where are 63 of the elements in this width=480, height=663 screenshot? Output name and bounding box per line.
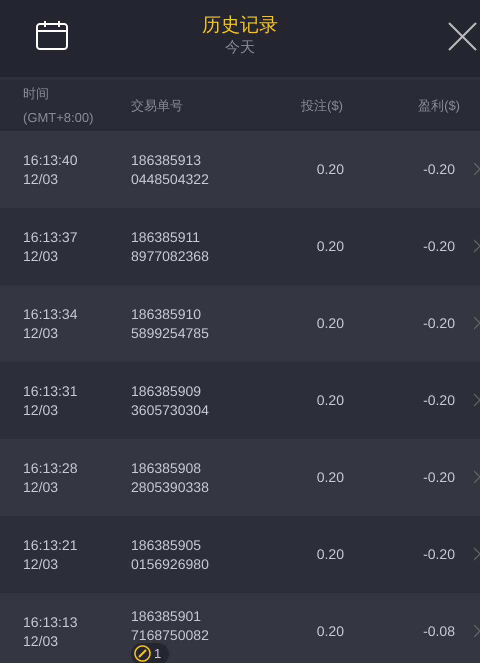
chevron-right-icon <box>474 393 480 407</box>
profit-amount: -0.20 <box>422 237 455 256</box>
column-header: 交易单号 <box>131 96 184 115</box>
order-number: 186385911 <box>131 228 202 246</box>
profit-amount: -0.20 <box>422 314 455 333</box>
profit-amount: -0.08 <box>422 622 455 641</box>
order-number: 186385910 <box>131 304 202 324</box>
order-number: 3605730304 <box>131 400 210 420</box>
chevron-right-icon <box>474 239 480 253</box>
profit-amount: -0.20 <box>422 545 455 564</box>
bet-amount: 0.20 <box>316 468 344 487</box>
order-number: 186385908 <box>131 458 202 478</box>
order-number: 186385905 <box>131 536 202 554</box>
bonus-badge: 1 <box>131 642 170 663</box>
bet-amount: 0.20 <box>316 314 344 333</box>
chevron-right-icon <box>474 547 480 561</box>
bet-amount: 0.20 <box>316 391 344 410</box>
order-number: 5899254785 <box>131 324 210 342</box>
chevron-right-icon <box>474 316 480 330</box>
date-text: 12/03 <box>23 170 60 188</box>
bet-amount: 0.20 <box>316 545 344 564</box>
history-row[interactable]: 16:13:28 12/03 186385908 2805390338 0.20 -0.20 <box>0 439 480 516</box>
order-number: 8977082368 <box>131 246 210 266</box>
history-row[interactable]: 16:13:40 12/03 186385913 0448504322 0.20 -0.20 <box>0 131 480 208</box>
profit-amount: -0.20 <box>422 160 455 179</box>
column-header: 投注($) <box>300 96 343 115</box>
column-header: 时间 <box>23 84 50 102</box>
time-text: 16:13:37 <box>23 228 78 246</box>
time-text: 16:13:28 <box>23 458 78 478</box>
profit-amount: -0.20 <box>422 391 455 410</box>
order-number: 0156926980 <box>131 554 210 574</box>
bet-amount: 0.20 <box>316 622 344 641</box>
timezone-label: (GMT+8:00) <box>23 108 94 127</box>
date-text: 12/03 <box>23 554 60 574</box>
order-number: 0448504322 <box>131 170 210 188</box>
chevron-right-icon <box>474 624 480 638</box>
order-number: 186385913 <box>131 150 202 170</box>
column-header: 盈利($) <box>417 96 460 115</box>
chevron-right-icon <box>474 470 480 484</box>
order-number: 186385909 <box>131 382 202 400</box>
page-title: 历史记录 <box>202 14 278 38</box>
date-text: 12/03 <box>23 400 60 420</box>
history-row[interactable]: 16:13:34 12/03 186385910 5899254785 0.20 -0.20 <box>0 285 480 362</box>
time-text: 16:13:40 <box>23 150 78 170</box>
order-number: 7168750082 <box>131 626 210 644</box>
date-text: 12/03 <box>23 478 60 496</box>
time-text: 16:13:34 <box>23 304 78 324</box>
time-text: 16:13:21 <box>23 536 78 554</box>
bet-amount: 0.20 <box>316 237 344 256</box>
date-filter-label: 今天 <box>225 38 255 58</box>
date-text: 12/03 <box>23 246 60 266</box>
calendar-icon[interactable] <box>36 20 68 50</box>
order-number: 2805390338 <box>131 478 210 496</box>
profit-amount: -0.20 <box>422 468 455 487</box>
close-icon[interactable] <box>448 22 477 51</box>
bet-amount: 0.20 <box>316 160 344 179</box>
date-text: 12/03 <box>23 632 60 650</box>
date-text: 12/03 <box>23 324 60 342</box>
time-text: 16:13:31 <box>23 382 78 400</box>
time-text: 16:13:13 <box>23 612 78 632</box>
chevron-right-icon <box>474 162 480 176</box>
order-number: 186385901 <box>131 606 202 626</box>
history-row[interactable]: 16:13:13 12/03 186385901 7168750082 1 0.20 -0.08 <box>0 593 480 663</box>
